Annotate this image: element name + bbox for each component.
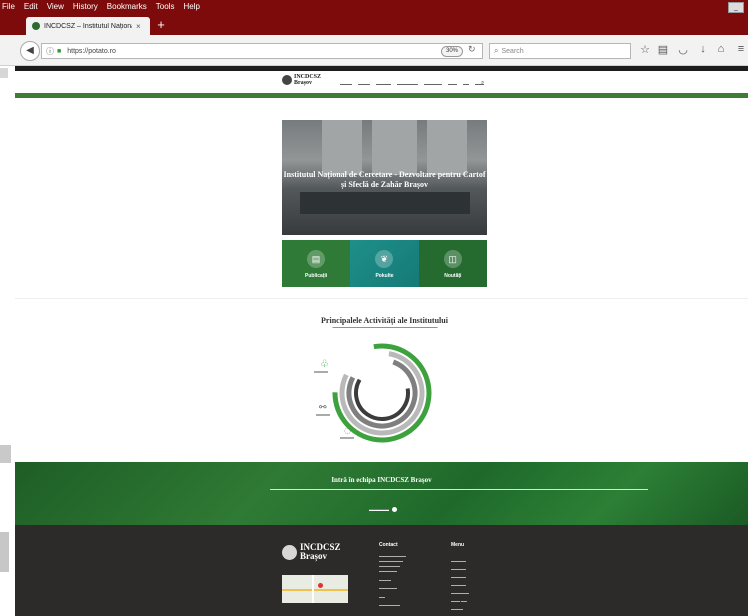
activity-marker-middle: ⚯ (316, 403, 330, 416)
menu-view[interactable]: View (47, 2, 64, 11)
menu-help[interactable]: Help (183, 2, 199, 11)
menu-hamburger-icon[interactable]: ≡ (734, 43, 748, 55)
nav-link[interactable]: ▬▬ (463, 82, 469, 86)
url-text: https://potato.ro (67, 47, 116, 55)
search-icon: ⌕ (494, 46, 499, 55)
join-team-section: Intră în echipa INCDCSZ Brașov ▬▬▬▬▬▬▬▬▬… (15, 462, 748, 525)
left-edge-marker (0, 68, 8, 78)
browser-tab[interactable]: INCDCSZ – Institutul Național ... × (26, 17, 150, 35)
book-icon: ▤ (307, 250, 325, 268)
footer-menu-title: Menu (451, 542, 465, 548)
nav-link[interactable]: ▬▬▬ (448, 82, 457, 86)
menu-file[interactable]: File (2, 2, 15, 11)
left-edge-panel (0, 532, 9, 572)
activity-marker-top: ♧ (314, 359, 329, 373)
nav-link[interactable]: ▬▬▬▬▬ (376, 82, 391, 86)
reload-icon[interactable]: ↻ (468, 44, 476, 55)
site-footer: INCDCSZ Brașov Contact ▬▬▬▬▬▬▬▬▬ ▬▬▬▬▬▬▬▬… (15, 525, 748, 616)
hero-banner: Institutul Național de Cercetare - Dezvo… (282, 120, 487, 235)
url-bar[interactable]: ⓘ ■ https://potato.ro (41, 43, 483, 59)
nav-link[interactable]: ▬▬▬▬▬▬▬ (397, 82, 418, 86)
svg-text:♧: ♧ (320, 359, 329, 370)
site-green-bar (15, 93, 748, 98)
join-button[interactable]: ▬▬▬▬▬ (369, 507, 397, 512)
download-icon[interactable]: ↓ (696, 43, 710, 55)
arrow-icon (392, 507, 397, 512)
footer-menu-link[interactable]: ▬▬▬ ▬▬ (451, 599, 467, 604)
logo-text: INCDCSZ Brașov (294, 74, 322, 86)
search-input[interactable]: ⌕ Search (489, 43, 631, 59)
join-title: Intră în echipa INCDCSZ Brașov (331, 476, 432, 484)
search-placeholder: Search (501, 47, 524, 55)
pocket-icon[interactable]: ◡ (676, 43, 690, 56)
feature-tiles: ▤ Publicații ❦ Pokulte ◫ Noutăți (282, 240, 487, 287)
nav-link[interactable]: ▬▬▬▬ (340, 82, 352, 86)
footer-contact-line: ▬▬▬▬▬▬▬ (379, 603, 400, 607)
tab-title: INCDCSZ – Institutul Național ... (44, 22, 132, 30)
map-road (282, 589, 348, 591)
ring-core (354, 365, 410, 421)
info-icon[interactable]: ⓘ (46, 46, 54, 57)
section-divider (15, 298, 748, 299)
open-book-icon: ◫ (443, 250, 462, 268)
tab-close-icon[interactable]: × (136, 22, 141, 31)
footer-menu-link[interactable]: ▬▬▬▬▬ (451, 583, 466, 588)
map-pin-icon (318, 583, 323, 588)
footer-menu-link[interactable]: ▬▬▬▬▬ (451, 575, 466, 580)
join-button-label: ▬▬▬▬▬ (369, 507, 389, 512)
bookmark-star-icon[interactable]: ☆ (638, 43, 652, 56)
new-tab-button[interactable]: + (154, 18, 168, 32)
menu-tools[interactable]: Tools (156, 2, 175, 11)
footer-contact-line: ▬▬▬▬▬▬ (379, 569, 397, 573)
footer-contact-title: Contact (379, 542, 398, 548)
svg-text:◌: ◌ (344, 426, 351, 435)
hero-title: Institutul Național de Cercetare - Dezvo… (283, 170, 486, 189)
leaf-icon: ❦ (375, 250, 394, 268)
activities-title: Principalele Activități ale Institutului (321, 316, 448, 325)
window-minimize-button[interactable]: _ (728, 2, 744, 13)
tile-label: Noutăți (444, 273, 462, 279)
tile-label: Publicații (305, 273, 328, 279)
footer-contact-line: ▬▬▬▬ (379, 578, 391, 582)
menu-edit[interactable]: Edit (24, 2, 38, 11)
site-nav: ▬▬▬▬ ▬▬▬▬ ▬▬▬▬▬ ▬▬▬▬▬▬▬ ▬▬▬▬▬▬ ▬▬▬ ▬▬ ▬▬… (340, 82, 490, 86)
footer-menu-link[interactable]: ▬▬▬▬▬ (451, 567, 466, 572)
footer-menu-link[interactable]: ▬▬▬▬ (451, 607, 463, 612)
footer-menu-link[interactable]: ▬▬▬▬▬ (451, 559, 466, 564)
footer-contact-line: ▬▬ (379, 595, 385, 599)
tile-pokulte[interactable]: ❦ Pokulte (350, 240, 419, 287)
svg-text:⚯: ⚯ (319, 403, 327, 413)
menu-bar: File Edit View History Bookmarks Tools H… (0, 0, 602, 13)
footer-logo-text: INCDCSZ Brașov (300, 542, 341, 561)
menu-history[interactable]: History (73, 2, 98, 11)
tile-publicatii[interactable]: ▤ Publicații (282, 240, 351, 287)
join-description: ▬▬▬▬▬▬▬▬▬▬▬▬▬▬▬▬▬▬▬▬▬▬▬▬▬▬▬▬▬▬▬▬▬▬▬▬▬▬▬▬… (270, 487, 648, 491)
menu-bookmarks[interactable]: Bookmarks (107, 2, 147, 11)
nav-link[interactable]: ▬▬▬▬ (358, 82, 370, 86)
left-edge-handle (0, 445, 11, 463)
footer-logo-emblem-icon (282, 544, 297, 560)
footer-logo[interactable]: INCDCSZ Brașov (282, 543, 341, 561)
site-favicon-icon (32, 22, 40, 30)
footer-contact-line: ▬▬▬▬▬▬ (379, 586, 397, 590)
footer-map[interactable] (282, 575, 348, 603)
reading-list-icon[interactable]: ▤ (656, 43, 670, 56)
nav-link[interactable]: ▬▬▬▬▬▬ (424, 82, 442, 86)
back-button[interactable]: ◀ (20, 41, 40, 61)
site-search-icon[interactable]: ⌕ (481, 80, 484, 87)
lock-icon: ■ (57, 47, 62, 55)
zoom-indicator[interactable]: 30% (441, 46, 463, 57)
activities-subtitle: ▬▬▬▬▬▬▬▬▬▬▬▬▬▬▬▬▬▬▬▬▬▬▬▬▬▬▬▬▬▬▬▬▬▬▬ (332, 325, 438, 329)
map-road (312, 575, 314, 603)
logo-emblem-icon (282, 75, 292, 85)
footer-menu-link[interactable]: ▬▬▬▬▬▬ (451, 591, 469, 596)
tile-noutati[interactable]: ◫ Noutăți (418, 240, 487, 287)
home-icon[interactable]: ⌂ (714, 43, 728, 55)
activities-ring-diagram: ♧ ⚯ ◌ (314, 343, 432, 443)
tile-label: Pokulte (375, 273, 394, 279)
site-logo[interactable]: INCDCSZ Brașov (282, 74, 321, 86)
